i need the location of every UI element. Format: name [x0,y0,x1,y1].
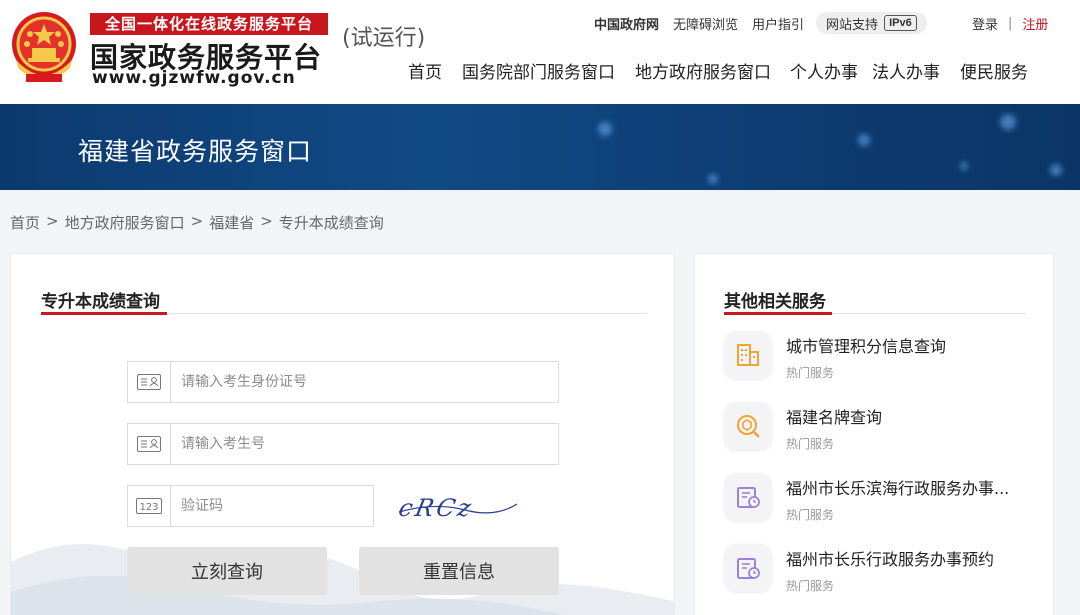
related-title: 其他相关服务 [724,292,826,312]
mountain-background [11,544,674,615]
service-tag: 热门服务 [786,508,835,522]
related-title-accent [724,312,832,315]
breadcrumb: 首页 > 地方政府服务窗口 > 福建省 > 专升本成绩查询 [10,212,384,233]
main-nav: 首页 国务院部门服务窗口 地方政府服务窗口 个人办事 法人办事 便民服务 [408,58,1028,83]
accessible-browse-link[interactable]: 无障碍浏览 [673,14,738,33]
banner-glow [708,174,718,184]
form-title: 专升本成绩查询 [41,292,160,312]
captcha-image[interactable]: cRCz [395,490,521,524]
service-item[interactable]: 福建名牌查询 热门服务 [724,402,1024,458]
nav-item-convenience[interactable]: 便民服务 [960,58,1028,83]
reset-button[interactable]: 重置信息 [359,547,559,595]
banner-glow [598,122,612,136]
service-tag: 热门服务 [786,437,835,451]
captcha-number-icon: 123 [128,486,171,526]
banner-title: 福建省政务服务窗口 [78,137,313,166]
appointment-calendar-icon [724,544,772,592]
captcha-input[interactable] [171,486,373,526]
captcha-icon-digits: 123 [139,502,158,513]
account-links: 登录 | 注册 [972,12,1048,34]
appointment-calendar-icon [724,473,772,521]
breadcrumb-home[interactable]: 首页 [10,212,40,233]
id-card-icon [128,424,171,464]
service-name: 城市管理积分信息查询 [786,337,947,356]
exam-number-field[interactable] [127,423,559,465]
site-support-label: 网站支持 [826,17,879,33]
province-banner: 福建省政务服务窗口 [0,104,1080,190]
service-tag: 热门服务 [786,366,835,380]
banner-glow [960,162,968,170]
national-emblem-icon[interactable] [10,10,78,86]
related-services-panel: 其他相关服务 城市管理积分信息查询 热门服务 福建名牌查询 热门服务 福州市长乐… [694,253,1054,615]
gov-site-link[interactable]: 中国政府网 [594,14,659,33]
title-accent-underline [41,312,167,315]
id-card-icon [128,362,171,402]
banner-glow [1050,164,1062,176]
nav-item-personal[interactable]: 个人办事 [790,58,858,83]
breadcrumb-fujian[interactable]: 福建省 [209,212,254,233]
service-name: 福建名牌查询 [786,408,883,427]
breadcrumb-separator: > [46,212,59,230]
top-utility-links: 中国政府网 无障碍浏览 用户指引 网站支持 IPv6 [594,12,927,34]
site-header: 全国一体化在线政务服务平台 国家政务服务平台 www.gjzwfw.gov.cn… [0,0,1080,104]
service-name: 福州市长乐滨海行政服务办事... [786,479,1010,498]
nav-item-home[interactable]: 首页 [408,58,442,83]
nav-item-state-council[interactable]: 国务院部门服务窗口 [462,58,615,83]
user-guide-link[interactable]: 用户指引 [752,14,804,33]
trial-label: (试运行) [342,26,426,51]
captcha-field[interactable]: 123 [127,485,374,527]
service-item[interactable]: 福州市长乐滨海行政服务办事... 热门服务 [724,473,1024,529]
service-item[interactable]: 城市管理积分信息查询 热门服务 [724,331,1024,387]
logo-url[interactable]: www.gjzwfw.gov.cn [92,68,296,88]
banner-glow [858,134,870,146]
nav-item-local-gov[interactable]: 地方政府服务窗口 [635,58,771,83]
account-separator: | [1008,15,1013,31]
register-link[interactable]: 注册 [1022,14,1048,33]
id-number-field[interactable] [127,361,559,403]
query-submit-button[interactable]: 立刻查询 [127,547,327,595]
breadcrumb-separator: > [190,212,204,230]
building-icon [724,331,772,379]
score-query-panel: 专升本成绩查询 123 cRCz 立刻查询 重置信息 [10,253,675,615]
captcha-text: cRCz [396,493,477,522]
exam-number-input[interactable] [171,424,558,464]
breadcrumb-local-gov[interactable]: 地方政府服务窗口 [65,212,185,233]
service-item[interactable]: 福州市长乐行政服务办事预约 热门服务 [724,544,1024,600]
ipv6-badge: IPv6 [884,15,917,31]
breadcrumb-current: 专升本成绩查询 [278,214,384,232]
logo-slogan[interactable]: 全国一体化在线政务服务平台 [90,13,328,35]
service-name: 福州市长乐行政服务办事预约 [786,550,995,569]
breadcrumb-separator: > [260,212,273,230]
login-link[interactable]: 登录 [972,14,998,33]
banner-glow [1000,114,1016,130]
service-tag: 热门服务 [786,579,835,593]
nav-item-legal-person[interactable]: 法人办事 [872,58,940,83]
brand-search-icon [724,402,772,450]
id-number-input[interactable] [171,362,558,402]
site-support-badge[interactable]: 网站支持 IPv6 [816,12,927,34]
